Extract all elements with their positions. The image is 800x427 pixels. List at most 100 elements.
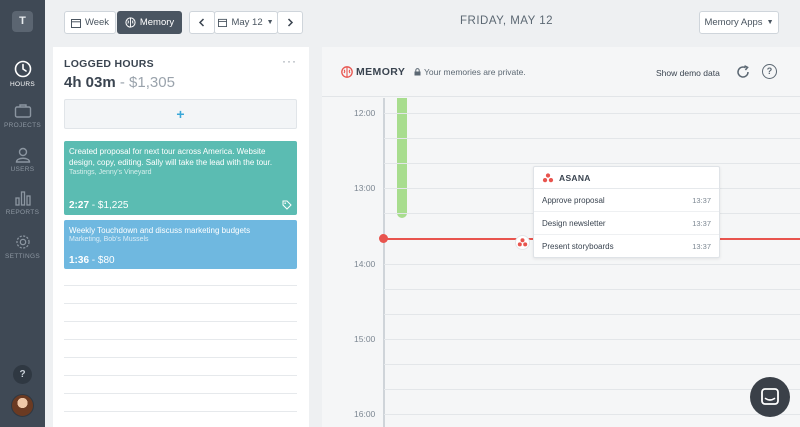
memory-apps-label: Memory Apps — [704, 17, 763, 28]
grid-line — [384, 264, 800, 265]
next-day-button[interactable] — [277, 11, 303, 34]
chevron-down-icon: ▼ — [266, 19, 274, 26]
sidebar-item-label: REPORTS — [5, 209, 40, 216]
hour-label: 16:00 — [354, 409, 376, 419]
week-view-button[interactable]: Week — [64, 11, 116, 34]
sidebar-item-label: PROJECTS — [3, 122, 42, 129]
help-button[interactable]: ? — [762, 64, 777, 79]
sidebar-item-label: SETTINGS — [5, 253, 40, 260]
grid-line — [384, 339, 800, 340]
sidebar-item-projects[interactable]: PROJECTS — [0, 103, 45, 147]
sidebar: T HOURS PROJECTS USERS REPORTS SETTINGS … — [0, 0, 45, 427]
entry-hours: 1:36 — [69, 255, 90, 266]
entry-project: Tastings, Jenny's Vineyard — [69, 169, 152, 176]
entry-amount: - $80 — [89, 255, 115, 266]
add-entry-button[interactable]: + — [64, 99, 297, 129]
sidebar-item-label: HOURS — [10, 81, 35, 88]
entry-amount: - $1,225 — [89, 200, 129, 211]
divider — [64, 393, 297, 394]
total-amount: - $1,305 — [115, 74, 175, 91]
memory-panel: MEMORY Your memories are private. Show d… — [322, 47, 800, 427]
asana-marker[interactable] — [515, 235, 530, 250]
workspace-avatar[interactable]: T — [12, 11, 33, 32]
date-picker[interactable]: May 12 ▼ — [214, 11, 278, 34]
time-entry[interactable]: Weekly Touchdown and discuss marketing b… — [64, 220, 297, 269]
sidebar-item-label: USERS — [10, 166, 35, 173]
timeline: 12:00 13:00 14:00 15:00 16:00 ASANA Appr… — [322, 98, 800, 427]
sidebar-item-settings[interactable]: SETTINGS — [0, 234, 45, 278]
entry-duration: 1:36 - $80 — [69, 255, 115, 266]
clock-icon — [14, 60, 31, 78]
divider — [64, 357, 297, 358]
entry-description: Weekly Touchdown and discuss marketing b… — [69, 226, 251, 235]
sidebar-item-users[interactable]: USERS — [0, 147, 45, 191]
grid-line — [384, 138, 800, 139]
gear-icon — [15, 235, 30, 249]
date-picker-label: May 12 — [231, 17, 263, 28]
memory-apps-dropdown[interactable]: Memory Apps ▼ — [699, 11, 779, 34]
privacy-note-text: Your memories are private. — [424, 67, 526, 77]
brain-icon — [125, 17, 136, 28]
calendar-icon — [70, 18, 81, 28]
hour-label: 13:00 — [354, 183, 376, 193]
tag-icon — [282, 200, 292, 210]
show-demo-data-link[interactable]: Show demo data — [656, 68, 720, 78]
grid-line — [384, 289, 800, 290]
calendar-icon — [218, 18, 228, 27]
divider — [64, 303, 297, 304]
timeline-axis — [383, 98, 385, 427]
divider — [64, 339, 297, 340]
chevron-left-icon — [198, 18, 205, 27]
avatar[interactable] — [11, 394, 34, 417]
grid-line — [384, 314, 800, 315]
grid-line — [384, 113, 800, 114]
grid-line — [384, 389, 800, 390]
grid-line — [384, 364, 800, 365]
sidebar-item-hours[interactable]: HOURS — [0, 60, 45, 104]
divider — [64, 285, 297, 286]
panel-title: LOGGED HOURS — [64, 58, 154, 70]
entry-project: Marketing, Bob's Mussels — [69, 236, 149, 243]
task-title: Present storyboards — [542, 242, 614, 251]
chevron-right-icon — [287, 18, 294, 27]
week-view-label: Week — [84, 17, 110, 28]
list-item[interactable]: Design newsletter 13:37 — [534, 212, 719, 235]
memory-header: MEMORY Your memories are private. Show d… — [322, 47, 800, 97]
asana-card: ASANA Approve proposal 13:37 Design news… — [533, 166, 720, 258]
memory-view-label: Memory — [139, 17, 175, 28]
asana-card-header: ASANA — [534, 167, 719, 189]
prev-day-button[interactable] — [189, 11, 215, 34]
memory-view-button[interactable]: Memory — [117, 11, 182, 34]
entry-duration: 2:27 - $1,225 — [69, 200, 129, 211]
asana-icon — [542, 172, 554, 182]
sidebar-item-reports[interactable]: REPORTS — [0, 190, 45, 234]
refresh-icon[interactable] — [735, 64, 751, 80]
chat-launcher-button[interactable] — [750, 377, 790, 417]
activity-bar[interactable] — [397, 98, 407, 218]
task-time: 13:37 — [692, 218, 711, 228]
list-item[interactable]: Approve proposal 13:37 — [534, 189, 719, 212]
time-entry[interactable]: Created proposal for next tour across Am… — [64, 141, 297, 215]
chat-icon — [761, 388, 779, 405]
briefcase-icon — [14, 104, 31, 118]
help-button[interactable]: ? — [13, 365, 32, 384]
grid-line — [384, 163, 800, 164]
entry-hours: 2:27 — [69, 200, 90, 211]
brain-icon — [341, 66, 353, 78]
divider — [64, 411, 297, 412]
task-time: 13:37 — [692, 242, 711, 251]
hour-label: 12:00 — [354, 108, 376, 118]
task-title: Approve proposal — [542, 195, 605, 205]
logged-total: 4h 03m - $1,305 — [64, 74, 175, 91]
logged-hours-panel: LOGGED HOURS ··· 4h 03m - $1,305 + Creat… — [53, 47, 309, 427]
task-time: 13:37 — [692, 195, 711, 205]
chevron-down-icon: ▼ — [766, 19, 774, 26]
hour-label: 15:00 — [354, 334, 376, 344]
divider — [64, 375, 297, 376]
more-options-icon[interactable]: ··· — [282, 54, 297, 68]
hour-label: 14:00 — [354, 259, 376, 269]
privacy-note: Your memories are private. — [414, 67, 526, 77]
user-icon — [15, 147, 30, 163]
top-toolbar: Week Memory May 12 ▼ FRIDAY, MAY 12 Memo… — [45, 0, 800, 46]
list-item[interactable]: Present storyboards 13:37 — [534, 235, 719, 258]
